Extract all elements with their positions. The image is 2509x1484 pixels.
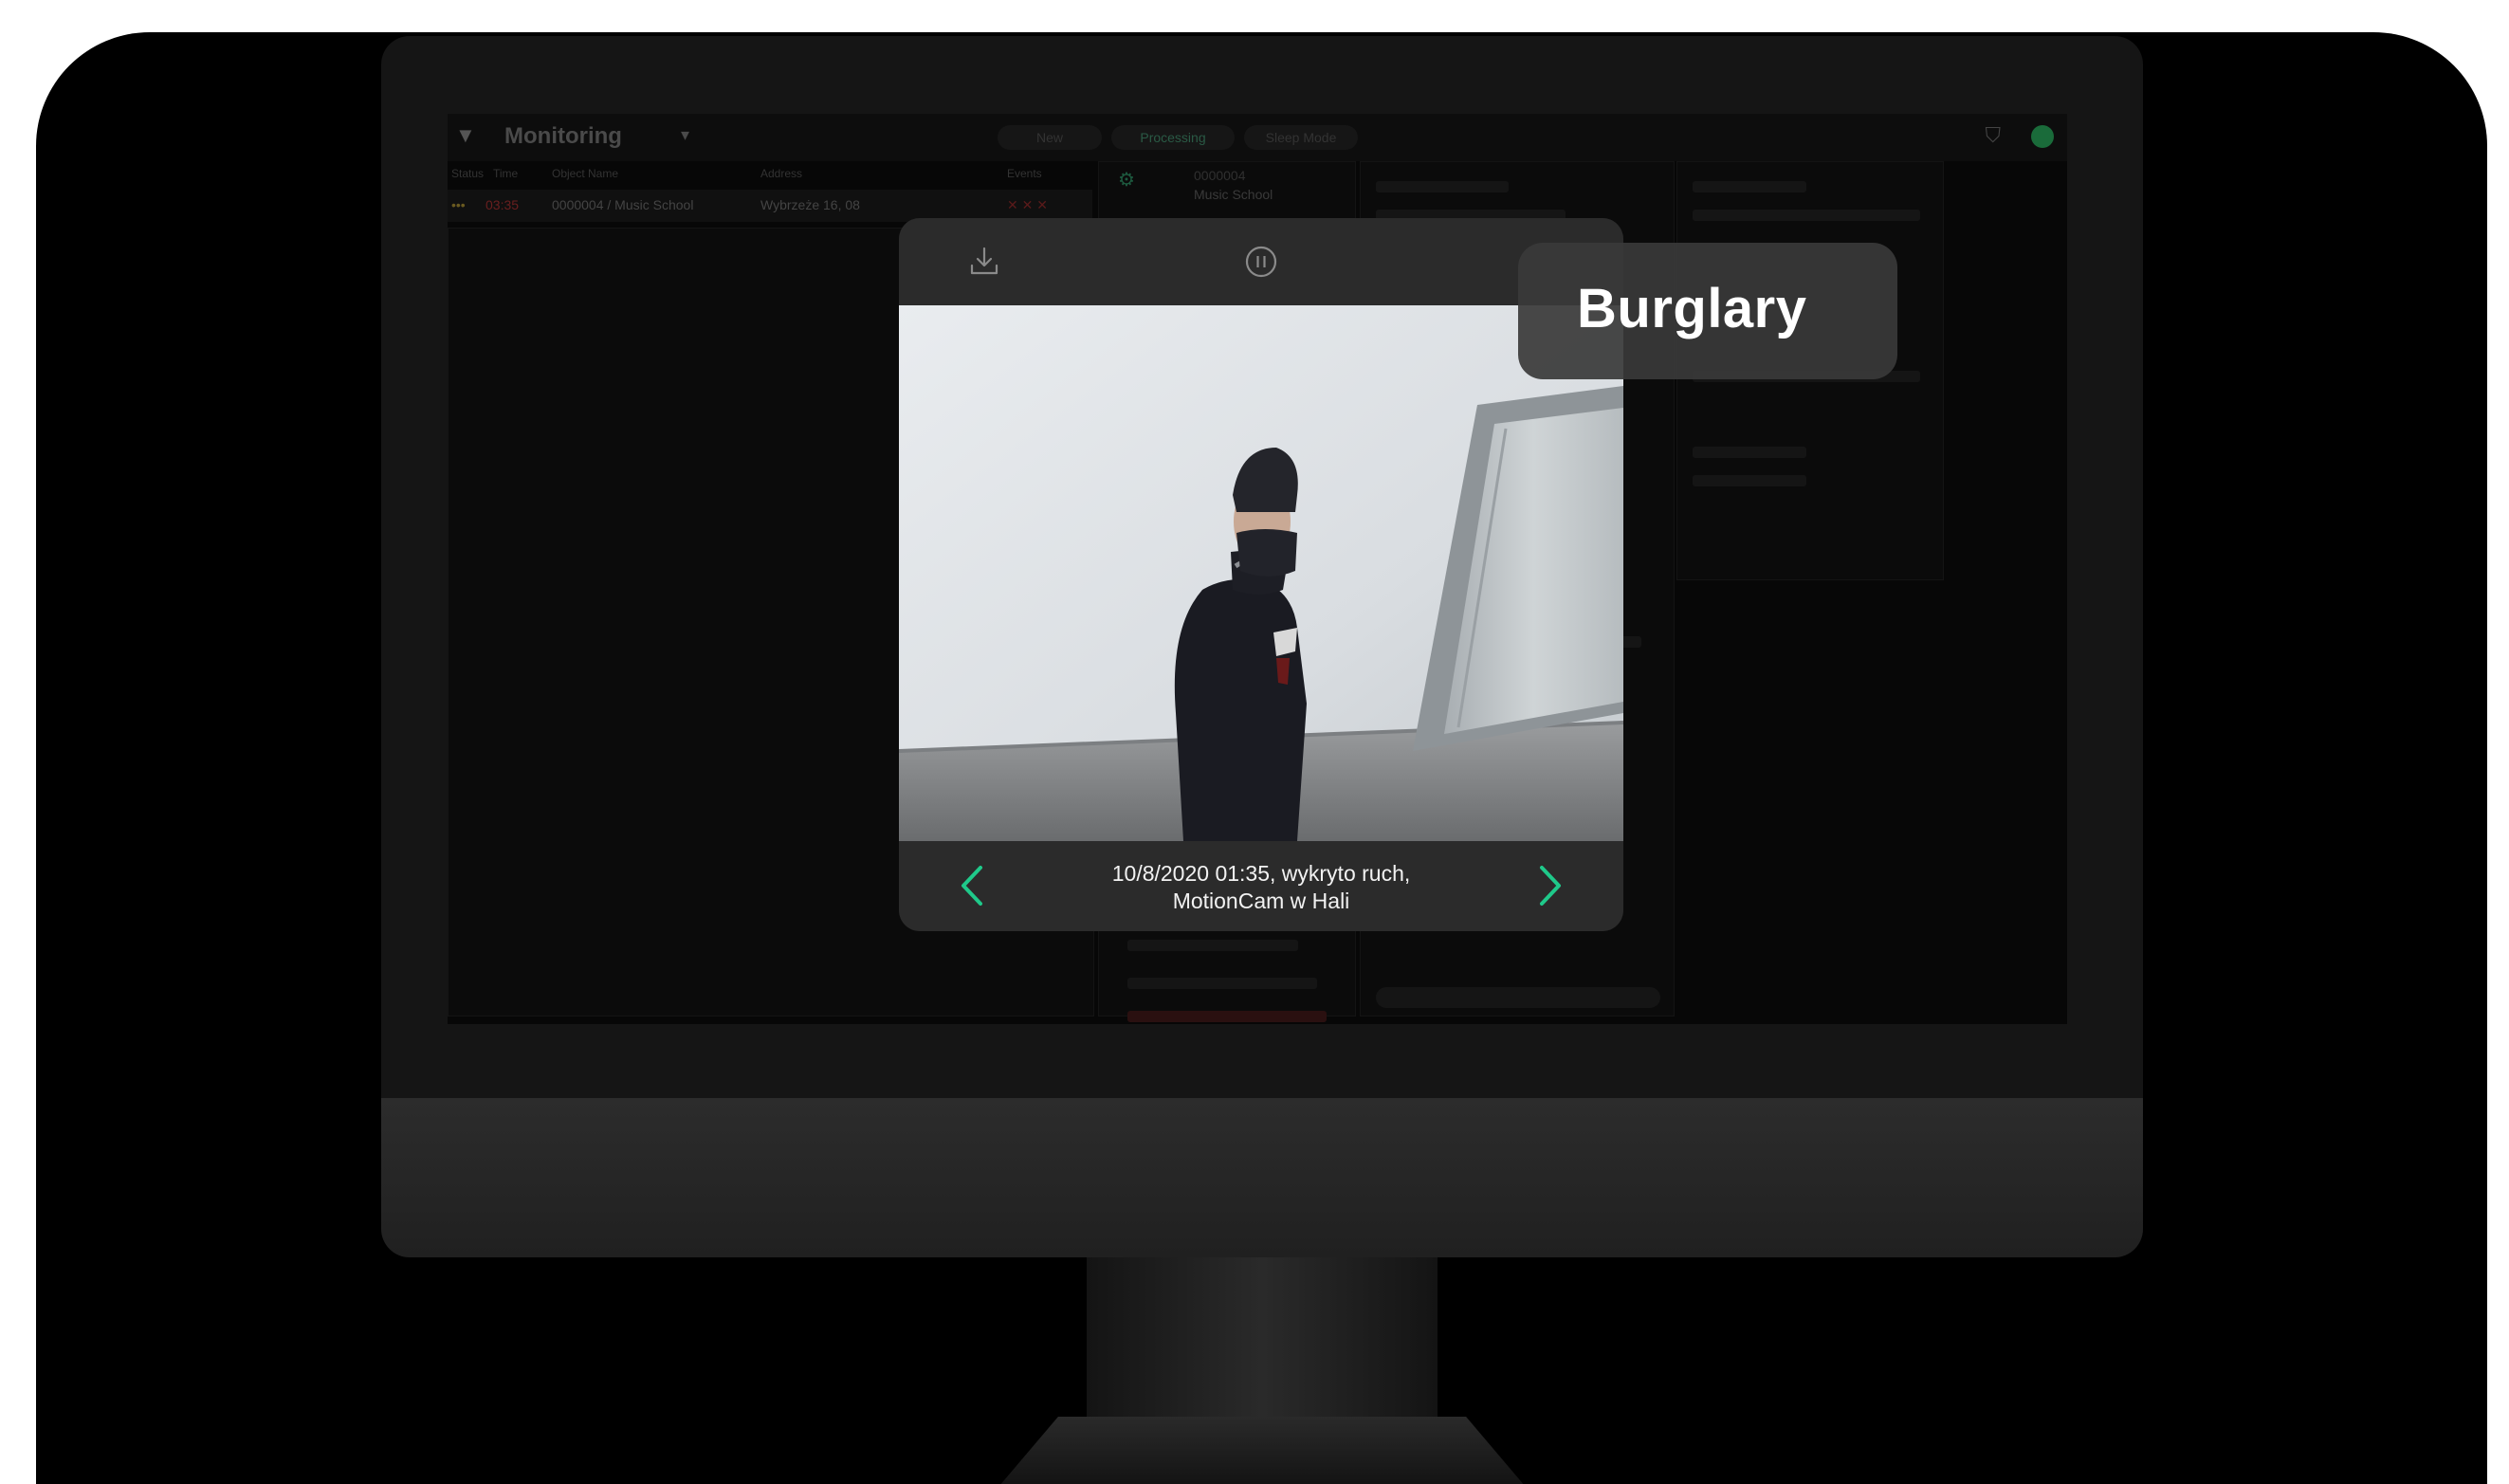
event-entry	[1127, 978, 1317, 989]
gear-icon[interactable]: ⚙	[1118, 168, 1135, 192]
caption-line-1: 10/8/2020 01:35, wykryto ruch,	[1111, 861, 1411, 886]
row-status-icon: •••	[451, 197, 466, 212]
status-indicator	[2031, 125, 2054, 148]
col-object: Object Name	[552, 167, 619, 180]
event-entry	[1127, 940, 1298, 951]
col-address: Address	[760, 167, 803, 180]
col-status: Status	[451, 167, 485, 180]
row-time: 03:35	[485, 197, 520, 212]
photo-caption: 10/8/2020 01:35, wykryto ruch, MotionCam…	[1022, 860, 1500, 915]
ajax-logo-icon: ▼	[455, 123, 476, 147]
monitor-chin	[381, 1098, 2143, 1257]
event-type-label: Burglary	[1577, 278, 1807, 339]
download-icon[interactable]	[967, 245, 1001, 279]
camera-photo	[899, 305, 1623, 841]
app-topbar: ▼ Monitoring ▾ New Processing Sleep Mode…	[448, 114, 2067, 161]
chevron-down-icon[interactable]: ▾	[681, 125, 689, 145]
caption-line-2: MotionCam w Hali	[1172, 889, 1350, 913]
chevron-right-icon[interactable]	[1530, 862, 1568, 909]
site-name: Music School	[1194, 187, 1273, 202]
responder-line	[1693, 475, 1806, 486]
row-object: 0000004 / Music School	[552, 197, 694, 212]
hub-id: 0000004	[1194, 168, 1246, 183]
modal-toolbar	[899, 218, 1623, 305]
responder-line	[1693, 181, 1806, 192]
col-events: Events	[1007, 167, 1042, 180]
tab-processing[interactable]: Processing	[1111, 125, 1235, 150]
event-type-badge: Burglary	[1518, 243, 1897, 379]
photo-verification-modal: 10/8/2020 01:35, wykryto ruch, MotionCam…	[899, 218, 1623, 931]
tab-new[interactable]: New	[998, 125, 1102, 150]
responder-line	[1693, 447, 1806, 458]
event-entry	[1127, 1011, 1327, 1022]
shield-icon[interactable]: ⛉	[1985, 123, 2001, 148]
responder-line	[1376, 181, 1509, 192]
table-row[interactable]: ••• 03:35 0000004 / Music School Wybrzeż…	[448, 190, 1092, 222]
responder-line	[1693, 210, 1920, 221]
monitor-stand-base	[994, 1417, 1530, 1484]
pause-icon[interactable]	[1244, 245, 1278, 279]
finish-button[interactable]	[1376, 987, 1660, 1008]
col-time: Time	[493, 167, 519, 180]
app-title: Monitoring	[504, 123, 622, 149]
modal-footer: 10/8/2020 01:35, wykryto ruch, MotionCam…	[899, 841, 1623, 931]
tab-sleep-mode[interactable]: Sleep Mode	[1244, 125, 1358, 150]
chevron-left-icon[interactable]	[954, 862, 992, 909]
row-address: Wybrzeże 16, 08	[760, 197, 860, 212]
row-alarm-icons: ✕ ✕ ✕	[1007, 197, 1048, 212]
